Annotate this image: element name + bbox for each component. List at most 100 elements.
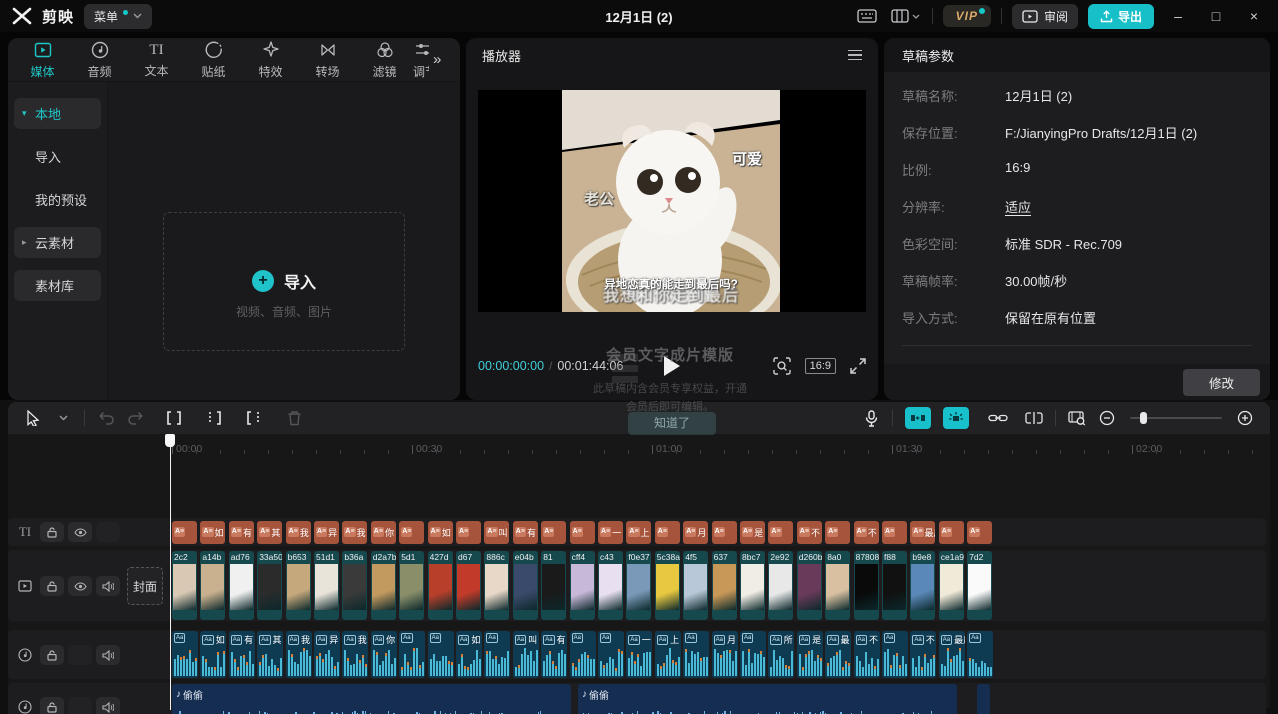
music-clip[interactable]: ♪偷偷: [172, 684, 571, 714]
sidebar-item-我的预设[interactable]: 我的预设: [14, 184, 101, 215]
sidebar-item-本地[interactable]: ▾本地: [14, 98, 101, 129]
tab-贴纸[interactable]: 贴纸: [185, 40, 242, 80]
select-tool-button[interactable]: [18, 405, 48, 431]
text-clip[interactable]: A≡: [399, 521, 424, 544]
video-clip[interactable]: d260b: [797, 551, 822, 620]
shortcut-keyboard-icon[interactable]: [855, 7, 879, 25]
delete-button[interactable]: [279, 405, 309, 431]
zoom-in-button[interactable]: [1230, 405, 1260, 431]
video-clip[interactable]: 33a50: [257, 551, 282, 620]
video-clip[interactable]: 637: [712, 551, 737, 620]
lock-icon[interactable]: [40, 697, 64, 714]
video-clip[interactable]: e04b: [513, 551, 538, 620]
text-clip[interactable]: A≡: [825, 521, 850, 544]
text-clip[interactable]: A≡: [541, 521, 566, 544]
video-clip[interactable]: 5c38a: [655, 551, 680, 620]
play-button[interactable]: [664, 356, 680, 376]
lock-icon[interactable]: [40, 645, 64, 665]
audio-clip[interactable]: Aa上: [655, 631, 681, 678]
text-clip[interactable]: A≡: [456, 521, 481, 544]
audio-clip[interactable]: Aa有: [229, 631, 255, 678]
music-clip[interactable]: [977, 684, 990, 714]
maximize-button[interactable]: □: [1202, 8, 1230, 24]
text-clip[interactable]: A≡最后: [910, 521, 935, 544]
text-clip[interactable]: A≡我: [342, 521, 367, 544]
video-clip[interactable]: 8a0: [825, 551, 850, 620]
video-clip[interactable]: a14b: [200, 551, 225, 620]
text-clip[interactable]: A≡一: [598, 521, 623, 544]
text-clip[interactable]: A≡月: [683, 521, 708, 544]
audio-clip[interactable]: Aa: [428, 631, 454, 678]
split-keep-left-button[interactable]: [199, 405, 229, 431]
cover-button[interactable]: 封面: [127, 567, 163, 605]
audio-clip[interactable]: Aa: [570, 631, 596, 678]
video-clip[interactable]: d67: [456, 551, 481, 620]
select-tool-dropdown[interactable]: [48, 405, 78, 431]
audio-clip[interactable]: Aa叫: [513, 631, 539, 678]
audio-clip[interactable]: Aa: [683, 631, 709, 678]
video-clip[interactable]: 81: [541, 551, 566, 620]
audio-clip[interactable]: Aa其: [257, 631, 283, 678]
text-clip[interactable]: A≡: [768, 521, 793, 544]
global-preview-zoom-button[interactable]: [1062, 405, 1092, 431]
video-clip[interactable]: ce1a9: [939, 551, 964, 620]
video-clip[interactable]: f0e37: [626, 551, 651, 620]
video-clip[interactable]: 886c: [484, 551, 509, 620]
close-button[interactable]: ×: [1240, 8, 1268, 24]
audio-clip[interactable]: Aa如: [200, 631, 226, 678]
text-clip[interactable]: A≡有: [229, 521, 254, 544]
video-clip[interactable]: cff4: [570, 551, 595, 620]
video-clip[interactable]: f88: [882, 551, 907, 620]
text-clip[interactable]: A≡有: [513, 521, 538, 544]
audio-clip[interactable]: Aa: [882, 631, 908, 678]
undo-button[interactable]: [91, 405, 121, 431]
text-clip[interactable]: A≡我: [286, 521, 311, 544]
vip-button[interactable]: VIP: [943, 5, 991, 27]
playhead-line[interactable]: [170, 434, 172, 710]
video-clip[interactable]: 5d1: [399, 551, 424, 620]
audio-clip[interactable]: Aa: [172, 631, 198, 678]
sidebar-item-导入[interactable]: 导入: [14, 141, 101, 172]
menu-button[interactable]: 菜单: [84, 4, 152, 29]
tab-音频[interactable]: 音频: [71, 40, 128, 80]
audio-clip[interactable]: Aa异: [314, 631, 340, 678]
param-value[interactable]: 适应: [1005, 197, 1031, 216]
fullscreen-icon[interactable]: [850, 358, 866, 374]
video-clip[interactable]: 51d1: [314, 551, 339, 620]
player-menu-icon[interactable]: [848, 50, 862, 61]
text-clip[interactable]: A≡异: [314, 521, 339, 544]
audio-clip[interactable]: Aa最后: [939, 631, 965, 678]
text-clip[interactable]: A≡如: [200, 521, 225, 544]
video-clip[interactable]: b653: [286, 551, 311, 620]
import-dropzone[interactable]: + 导入 视频、音频、图片: [163, 212, 405, 351]
audio-clip[interactable]: Aa如: [456, 631, 482, 678]
text-clip[interactable]: A≡不: [797, 521, 822, 544]
video-clip[interactable]: 8bc7: [740, 551, 765, 620]
speaker-icon[interactable]: [96, 645, 120, 665]
eye-icon-slot[interactable]: [68, 697, 92, 714]
record-voiceover-button[interactable]: [856, 405, 886, 431]
mute-icon-slot[interactable]: [96, 522, 120, 542]
eye-icon-slot[interactable]: [68, 645, 92, 665]
text-clip[interactable]: A≡: [172, 521, 197, 544]
review-button[interactable]: 审阅: [1012, 4, 1078, 29]
tab-转场[interactable]: 转场: [299, 40, 356, 80]
lock-icon[interactable]: [40, 522, 64, 542]
split-keep-right-button[interactable]: [239, 405, 269, 431]
audio-clip[interactable]: Aa所: [768, 631, 794, 678]
preview-quality-icon[interactable]: [773, 357, 791, 375]
text-clip[interactable]: A≡上: [626, 521, 651, 544]
video-clip[interactable]: 87808: [854, 551, 879, 620]
text-clip[interactable]: A≡是: [740, 521, 765, 544]
audio-clip[interactable]: Aa我: [342, 631, 368, 678]
text-clip[interactable]: A≡: [882, 521, 907, 544]
video-clip[interactable]: b9e8: [910, 551, 935, 620]
audio-clip[interactable]: Aa不: [854, 631, 880, 678]
audio-clip[interactable]: Aa是: [797, 631, 823, 678]
video-clip[interactable]: 2c2: [172, 551, 197, 620]
split-button[interactable]: [159, 405, 189, 431]
aspect-ratio-button[interactable]: 16:9: [805, 358, 836, 374]
tabs-expand-chevron-icon[interactable]: »: [433, 51, 441, 68]
text-clip[interactable]: A≡其: [257, 521, 282, 544]
layout-switcher-button[interactable]: [889, 7, 922, 25]
